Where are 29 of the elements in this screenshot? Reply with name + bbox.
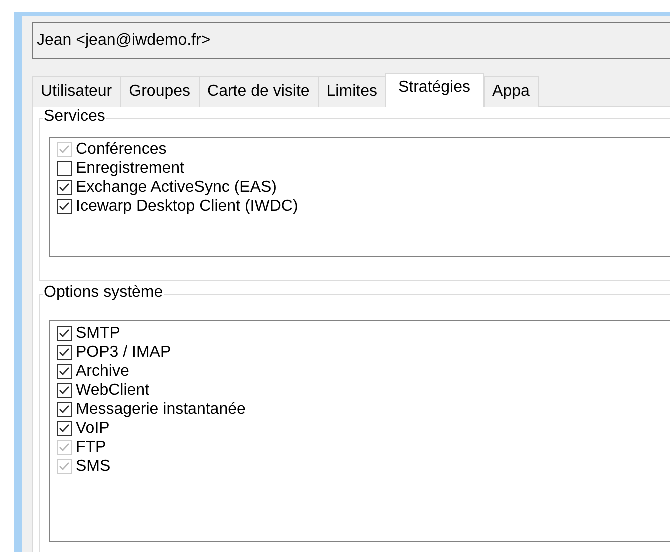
checkbox[interactable] <box>57 383 72 398</box>
checkbox[interactable] <box>57 180 72 195</box>
checkbox[interactable] <box>57 421 72 436</box>
tab[interactable]: Limites <box>318 76 386 107</box>
checkbox-label: Enregistrement <box>76 159 184 178</box>
checkbox-label: Exchange ActiveSync (EAS) <box>76 178 277 197</box>
checkbox-label: Messagerie instantanée <box>76 400 246 419</box>
checkbox[interactable] <box>57 345 72 360</box>
checkbox-label: SMTP <box>76 324 120 343</box>
tab[interactable]: Groupes <box>120 76 200 107</box>
tab[interactable]: Stratégies <box>385 73 484 107</box>
checkbox-label: VoIP <box>76 419 110 438</box>
tab[interactable]: Utilisateur <box>32 76 122 107</box>
user-field[interactable]: Jean <jean@iwdemo.fr> <box>32 22 670 59</box>
group-title: Options système <box>43 283 164 303</box>
checkbox-label: SMS <box>76 457 111 476</box>
checkbox-label: Icewarp Desktop Client (IWDC) <box>76 197 298 216</box>
checkbox[interactable] <box>57 326 72 341</box>
checkbox[interactable] <box>57 199 72 214</box>
checkbox[interactable] <box>57 402 72 417</box>
tab[interactable]: Appa <box>484 76 539 107</box>
checkbox[interactable] <box>57 161 72 176</box>
checkbox-label: FTP <box>76 438 106 457</box>
checkbox-label: WebClient <box>76 381 150 400</box>
checkbox-label: Archive <box>76 362 130 381</box>
checkbox-label: POP3 / IMAP <box>76 343 172 362</box>
tab[interactable]: Carte de visite <box>198 76 319 107</box>
checkbox-label: Conférences <box>76 140 167 159</box>
checkbox[interactable] <box>57 364 72 379</box>
